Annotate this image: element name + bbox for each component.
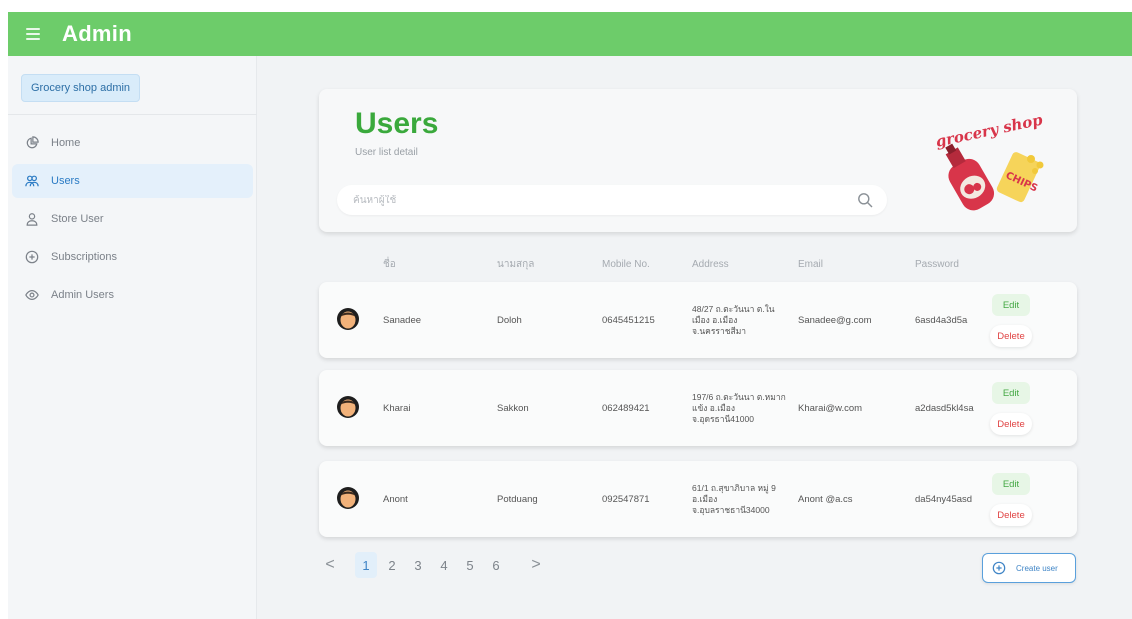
delete-button[interactable]: Delete bbox=[990, 413, 1032, 435]
cell-name: Anont bbox=[383, 493, 408, 505]
pagination-page-4[interactable]: 4 bbox=[433, 552, 455, 578]
plus-circle-icon bbox=[24, 249, 40, 265]
cell-address: 61/1 ถ.สุขาภิบาล หมู่ 9 อ.เมือง จ.อุบลรา… bbox=[692, 482, 776, 515]
cell-email: Kharai@w.com bbox=[798, 402, 863, 414]
sidebar-item-label: Subscriptions bbox=[51, 251, 118, 263]
avatar bbox=[337, 308, 359, 330]
column-header-lastname[interactable]: นามสกุล bbox=[497, 257, 534, 272]
cell-lastname: Sakkon bbox=[497, 402, 529, 414]
search-icon[interactable] bbox=[857, 192, 873, 208]
cell-mobile: 0645451215 bbox=[602, 314, 655, 326]
page-title: Users bbox=[355, 107, 439, 140]
avatar bbox=[337, 487, 359, 509]
cell-password: 6asd4a3d5a bbox=[915, 314, 968, 326]
pagination-page-5[interactable]: 5 bbox=[459, 552, 481, 578]
cell-address: 197/6 ถ.ตะวันนา ต.หมากแข้ง อ.เมือง จ.อุด… bbox=[692, 391, 786, 424]
column-header-mobile[interactable]: Mobile No. bbox=[602, 259, 650, 270]
table-row: Anont Potduang 092547871 61/1 ถ.สุขาภิบา… bbox=[319, 461, 1077, 537]
cell-address: 48/27 ถ.ตะวันนา ต.ในเมือง อ.เมือง จ.นครร… bbox=[692, 303, 775, 336]
sidebar: Grocery shop admin Home Users Store User… bbox=[8, 56, 257, 619]
cell-mobile: 062489421 bbox=[602, 402, 650, 414]
create-user-button[interactable]: Create user bbox=[982, 553, 1076, 583]
edit-button[interactable]: Edit bbox=[992, 382, 1030, 404]
top-app-bar: Admin bbox=[8, 12, 1132, 56]
cell-lastname: Doloh bbox=[497, 314, 522, 326]
sidebar-item-admin-users[interactable]: Admin Users bbox=[12, 278, 253, 312]
eye-icon bbox=[24, 287, 40, 303]
cell-mobile: 092547871 bbox=[602, 493, 650, 505]
app-title: Admin bbox=[62, 21, 132, 46]
plus-circle-icon bbox=[992, 561, 1006, 575]
avatar bbox=[337, 396, 359, 418]
pagination-page-1[interactable]: 1 bbox=[355, 552, 377, 578]
pagination-page-2[interactable]: 2 bbox=[381, 552, 403, 578]
chart-pie-icon bbox=[24, 135, 40, 151]
edit-button[interactable]: Edit bbox=[992, 294, 1030, 316]
cell-lastname: Potduang bbox=[497, 493, 538, 505]
cell-password: a2dasd5kl4sa bbox=[915, 402, 974, 414]
sidebar-item-label: Home bbox=[51, 137, 81, 149]
sidebar-item-label: Admin Users bbox=[51, 289, 114, 301]
edit-button[interactable]: Edit bbox=[992, 473, 1030, 495]
pagination: < 1 2 3 4 5 6 > bbox=[319, 552, 551, 578]
sidebar-item-users[interactable]: Users bbox=[12, 164, 253, 198]
pagination-next-icon[interactable]: > bbox=[525, 552, 547, 578]
table-row: Sanadee Doloh 0645451215 48/27 ถ.ตะวันนา… bbox=[319, 282, 1077, 358]
cell-email: Sanadee@g.com bbox=[798, 314, 872, 326]
main-content: Users User list detail grocery shop CHIP… bbox=[257, 56, 1132, 619]
cell-name: Kharai bbox=[383, 402, 411, 414]
delete-button[interactable]: Delete bbox=[990, 325, 1032, 347]
sidebar-item-home[interactable]: Home bbox=[12, 126, 253, 160]
table-row: Kharai Sakkon 062489421 197/6 ถ.ตะวันนา … bbox=[319, 370, 1077, 446]
grocery-shop-logo: grocery shop CHIPS bbox=[934, 110, 1045, 211]
sidebar-item-label: Store User bbox=[51, 213, 104, 225]
sidebar-item-label: Users bbox=[51, 175, 80, 187]
table-header: ชื่อ นามสกุล Mobile No. Address Email Pa… bbox=[319, 254, 1077, 274]
cell-email: Anont @a.cs bbox=[798, 493, 853, 505]
sidebar-divider bbox=[8, 114, 257, 115]
page-subtitle: User list detail bbox=[355, 147, 418, 158]
pagination-prev-icon[interactable]: < bbox=[319, 552, 341, 578]
pagination-page-6[interactable]: 6 bbox=[485, 552, 507, 578]
sidebar-nav: Home Users Store User Subscriptions Admi… bbox=[12, 126, 253, 316]
column-header-email[interactable]: Email bbox=[798, 259, 823, 270]
search-input[interactable] bbox=[353, 194, 857, 206]
users-header-card: Users User list detail grocery shop CHIP… bbox=[319, 89, 1077, 232]
pagination-page-3[interactable]: 3 bbox=[407, 552, 429, 578]
cell-password: da54ny45asd bbox=[915, 493, 973, 505]
column-header-password[interactable]: Password bbox=[915, 259, 959, 270]
sidebar-item-subscriptions[interactable]: Subscriptions bbox=[12, 240, 253, 274]
search-bar bbox=[337, 185, 887, 215]
delete-button[interactable]: Delete bbox=[990, 504, 1032, 526]
column-header-name[interactable]: ชื่อ bbox=[383, 257, 396, 272]
user-icon bbox=[24, 211, 40, 227]
create-user-label: Create user bbox=[1016, 563, 1058, 573]
shop-name-chip[interactable]: Grocery shop admin bbox=[21, 74, 141, 102]
cell-name: Sanadee bbox=[383, 314, 422, 326]
sidebar-item-store-user[interactable]: Store User bbox=[12, 202, 253, 236]
users-icon bbox=[24, 173, 40, 189]
hamburger-menu-icon[interactable] bbox=[26, 28, 40, 40]
column-header-address[interactable]: Address bbox=[692, 259, 729, 270]
